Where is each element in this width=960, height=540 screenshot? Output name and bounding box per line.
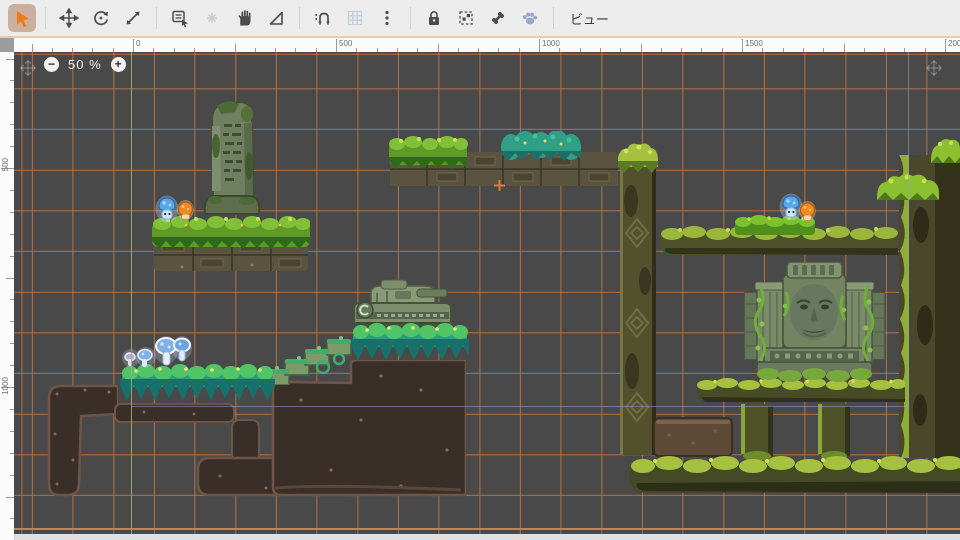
magnet-icon: [313, 8, 333, 28]
ruler-tick: [6, 278, 14, 279]
toolbar: ビュー: [0, 0, 960, 38]
scene-canvas[interactable]: − 50 % +: [14, 52, 960, 534]
zoom-level-value: 50 %: [68, 57, 102, 72]
hanging-pillar[interactable]: [815, 404, 853, 460]
ruler-tick: [539, 39, 540, 52]
scene-editor-window: ビュー 0 500 1000 1500 2000 500 1000: [0, 0, 960, 540]
grid-icon: [345, 8, 365, 28]
collision-mask-button[interactable]: [452, 4, 480, 32]
zoom-in-button[interactable]: +: [111, 57, 126, 72]
pan-tool-button[interactable]: [230, 4, 258, 32]
snap-to-grid-button[interactable]: [309, 4, 337, 32]
toolbar-separator: [156, 7, 157, 29]
ruler-tick: [336, 39, 337, 52]
vine-stairs[interactable]: [265, 335, 354, 385]
move-tool-button[interactable]: [55, 4, 83, 32]
triangle-tool-button[interactable]: [262, 4, 290, 32]
lock-icon: [424, 8, 444, 28]
scene-frame-line: [14, 528, 960, 530]
toolbar-separator: [410, 7, 411, 29]
select-tool-button[interactable]: [8, 4, 36, 32]
more-options-button[interactable]: [373, 4, 401, 32]
glowing-mushrooms-small[interactable]: [122, 346, 156, 368]
grid-toggle-button[interactable]: [341, 4, 369, 32]
rotate-tool-button[interactable]: [87, 4, 115, 32]
select-instances-button[interactable]: [166, 4, 194, 32]
ruler-tick: [945, 39, 946, 52]
ornamented-column[interactable]: [617, 141, 658, 458]
zoom-control: − 50 % +: [44, 57, 126, 72]
scale-tool-button[interactable]: [119, 4, 147, 32]
ruler-vertical: 500 1000: [0, 52, 15, 540]
bone-button[interactable]: [484, 4, 512, 32]
lock-button[interactable]: [420, 4, 448, 32]
grass-cap[interactable]: [931, 136, 960, 163]
ruler-horizontal: 0 500 1000 1500 2000: [14, 38, 960, 53]
orange-snail[interactable]: [799, 201, 816, 222]
toolbar-separator: [553, 7, 554, 29]
far-right-column[interactable]: [895, 155, 960, 458]
ruler-tick: [742, 39, 743, 52]
ruler-label: 1500: [745, 39, 763, 48]
ruler-corner: [0, 38, 14, 52]
hanging-pillar[interactable]: [737, 404, 777, 460]
ruler-tick: [6, 497, 14, 498]
cursor-icon: [12, 8, 32, 28]
ruler-label: 1000: [1, 377, 10, 395]
orange-snail[interactable]: [177, 200, 194, 221]
glowing-mushrooms[interactable]: [154, 334, 192, 368]
cave-ledge[interactable]: [114, 403, 235, 423]
ruler-label: 1000: [542, 39, 560, 48]
ruler-tick: [641, 44, 642, 52]
ruler-label: 0: [136, 39, 140, 48]
paw-button[interactable]: [516, 4, 544, 32]
zoom-out-button[interactable]: −: [44, 57, 59, 72]
teal-grass-platform-low[interactable]: [120, 364, 275, 402]
toolbar-separator: [45, 7, 46, 29]
kebab-menu-icon: [377, 8, 397, 28]
rotate-icon: [91, 8, 111, 28]
jungle-platform-with-teal-bush[interactable]: [389, 131, 618, 186]
ruler-tick: [133, 39, 134, 52]
stone-face-statue[interactable]: [744, 262, 885, 382]
bottom-mossy-platform[interactable]: [627, 455, 960, 498]
ruler-label: 2000: [948, 39, 960, 48]
grass-cap[interactable]: [877, 172, 939, 200]
column-foot-block[interactable]: [653, 417, 733, 457]
ruler-tick: [32, 44, 33, 52]
cave-wall[interactable]: [45, 384, 118, 497]
statue-base-platform[interactable]: [695, 378, 905, 405]
sparkle-icon: [202, 8, 222, 28]
move-icon: [59, 8, 79, 28]
bone-icon: [488, 8, 508, 28]
blue-snail[interactable]: [155, 195, 179, 223]
view-menu-button[interactable]: ビュー: [561, 4, 618, 32]
game-window-border-bottom: [131, 406, 908, 407]
origin-axis-line: [131, 52, 132, 534]
magic-sparkle-button[interactable]: [198, 4, 226, 32]
pan-indicator-icon: [926, 60, 942, 76]
list-select-icon: [170, 8, 190, 28]
ruler-tick: [844, 44, 845, 52]
ruler-label: 500: [339, 39, 352, 48]
dashed-square-icon: [456, 8, 476, 28]
ruler-tick: [438, 44, 439, 52]
teal-grass-platform-high[interactable]: [351, 323, 469, 363]
triangle-icon: [266, 8, 286, 28]
pan-indicator-icon: [20, 60, 36, 76]
paw-icon: [520, 8, 540, 28]
ruler-label: 500: [1, 158, 10, 171]
stone-monument[interactable]: [197, 96, 267, 216]
toolbar-separator: [299, 7, 300, 29]
hand-icon: [234, 8, 254, 28]
ruler-tick: [235, 44, 236, 52]
scale-icon: [123, 8, 143, 28]
ruler-tick: [6, 59, 14, 60]
